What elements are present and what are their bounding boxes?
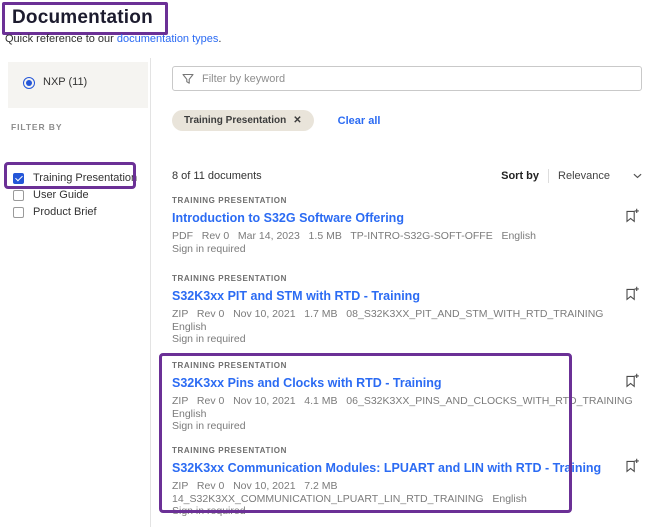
checkbox-checked-icon[interactable]	[13, 172, 24, 184]
bookmark-add-icon[interactable]	[625, 208, 639, 223]
sign-in-required-note: Sign in required	[172, 333, 246, 345]
filter-checkbox-product-brief[interactable]: Product Brief	[13, 206, 97, 218]
filter-chip-training-presentation[interactable]: Training Presentation ✕	[172, 110, 314, 131]
sign-in-required-note: Sign in required	[172, 505, 246, 517]
sort-by-dropdown[interactable]: Sort by Relevance	[501, 169, 642, 183]
sign-in-required-note: Sign in required	[172, 242, 246, 255]
vendor-radio-label: NXP (11)	[43, 76, 88, 88]
bookmark-add-icon[interactable]	[625, 286, 639, 301]
documentation-types-link[interactable]: documentation types	[117, 33, 219, 45]
document-meta: 14_S32K3XX_COMMUNICATION_LPUART_LIN_RTD_…	[172, 492, 527, 505]
document-item: TRAINING PRESENTATION S32K3xx PIT and ST…	[172, 274, 642, 346]
filter-by-heading: FILTER BY	[11, 122, 63, 132]
document-language: English	[172, 407, 207, 420]
subtitle-period: .	[218, 33, 222, 45]
results-panel: Training Presentation ✕ Clear all 8 of 1…	[172, 56, 642, 527]
document-item: TRAINING PRESENTATION S32K3xx Pins and C…	[172, 361, 642, 433]
document-title-link[interactable]: S32K3xx PIT and STM with RTD - Training	[172, 289, 420, 303]
keyword-search-box[interactable]	[172, 66, 642, 91]
document-language: English	[172, 320, 207, 333]
sort-by-label: Sort by	[501, 170, 540, 182]
chip-label: Training Presentation	[184, 115, 287, 126]
filter-funnel-icon	[182, 73, 194, 84]
document-item: TRAINING PRESENTATION Introduction to S3…	[172, 196, 642, 255]
document-category: TRAINING PRESENTATION	[172, 274, 287, 283]
document-item: TRAINING PRESENTATION S32K3xx Communicat…	[172, 446, 642, 518]
documentation-page: Documentation Quick reference to our doc…	[0, 0, 650, 527]
document-title-link[interactable]: S32K3xx Communication Modules: LPUART an…	[172, 461, 601, 475]
filter-label: Training Presentation	[33, 172, 138, 184]
document-meta: PDF Rev 0 Mar 14, 2023 1.5 MB TP-INTRO-S…	[172, 230, 536, 242]
clear-all-link[interactable]: Clear all	[338, 115, 381, 127]
chip-remove-icon[interactable]: ✕	[293, 115, 301, 126]
results-header-row: 8 of 11 documents Sort by Relevance	[172, 169, 642, 183]
results-count: 8 of 11 documents	[172, 170, 262, 182]
checkbox-unchecked-icon[interactable]	[13, 206, 24, 218]
filter-sidebar: NXP (11) FILTER BY User Guide Product Br…	[0, 56, 150, 527]
vendor-radio-row[interactable]: NXP (11)	[8, 62, 148, 108]
document-category: TRAINING PRESENTATION	[172, 446, 287, 455]
subtitle-text: Quick reference to our	[5, 33, 117, 45]
page-subtitle: Quick reference to our documentation typ…	[5, 33, 221, 45]
document-meta: ZIP Rev 0 Nov 10, 2021 7.2 MB	[172, 480, 338, 492]
page-title: Documentation	[12, 7, 153, 28]
sort-selected-value: Relevance	[558, 170, 610, 182]
document-title-link[interactable]: Introduction to S32G Software Offering	[172, 211, 404, 225]
document-title-link[interactable]: S32K3xx Pins and Clocks with RTD - Train…	[172, 376, 442, 390]
filter-label: Product Brief	[33, 206, 97, 218]
document-category: TRAINING PRESENTATION	[172, 196, 287, 205]
active-filters-row: Training Presentation ✕ Clear all	[172, 110, 380, 131]
page-title-highlight-box: Documentation	[2, 2, 168, 35]
filter-label: User Guide	[33, 189, 89, 201]
document-category: TRAINING PRESENTATION	[172, 361, 287, 370]
filter-checkbox-training-presentation[interactable]: Training Presentation	[13, 172, 137, 184]
sign-in-required-note: Sign in required	[172, 420, 246, 432]
column-divider	[150, 58, 151, 527]
sort-separator	[548, 169, 550, 183]
filter-checkbox-user-guide[interactable]: User Guide	[13, 189, 89, 201]
bookmark-add-icon[interactable]	[625, 458, 639, 473]
chevron-down-icon	[633, 173, 642, 179]
bookmark-add-icon[interactable]	[625, 373, 639, 388]
checkbox-unchecked-icon[interactable]	[13, 189, 24, 201]
document-meta: ZIP Rev 0 Nov 10, 2021 4.1 MB 06_S32K3XX…	[172, 395, 633, 407]
radio-selected-icon[interactable]	[23, 77, 35, 89]
search-input[interactable]	[202, 72, 632, 85]
document-meta: ZIP Rev 0 Nov 10, 2021 1.7 MB 08_S32K3XX…	[172, 308, 604, 320]
